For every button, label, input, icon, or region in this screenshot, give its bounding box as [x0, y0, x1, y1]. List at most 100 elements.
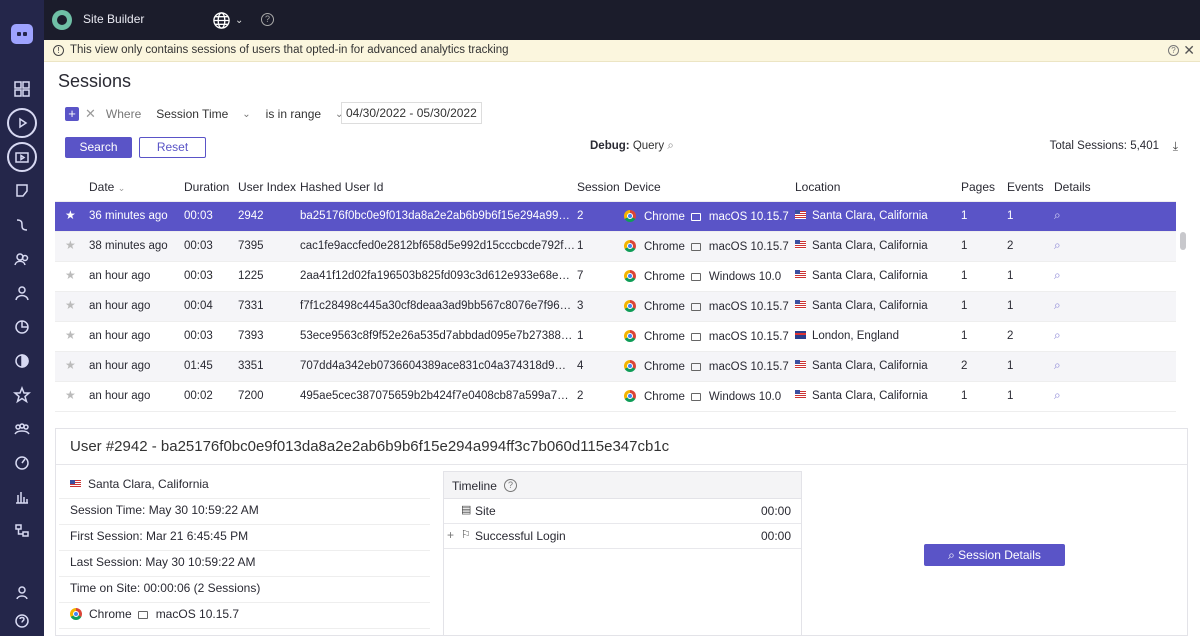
debug-query-link[interactable]: Query	[633, 140, 664, 152]
cell-browser: Chrome	[644, 361, 685, 373]
star-icon[interactable]: ★	[65, 268, 76, 282]
close-icon[interactable]: ✕	[1183, 42, 1195, 59]
chrome-icon	[70, 608, 82, 620]
info-last-session: Last Session: May 30 10:59:22 AM	[59, 551, 430, 577]
app-logo-icon[interactable]	[11, 24, 33, 44]
cell-location-text: Santa Clara, California	[812, 210, 928, 222]
magnifier-icon[interactable]: ⌕	[1054, 208, 1061, 223]
monitor-icon	[690, 213, 701, 221]
cell-duration: 00:03	[184, 330, 213, 342]
users-icon[interactable]	[7, 244, 37, 274]
table-row[interactable]: ★ 38 minutes ago 00:03 7395 cac1fe9accfed0e2…	[55, 232, 1176, 262]
cell-hashed-user-id: ba25176f0bc0e9f013da8a2e2ab6b9b6f15e294a…	[300, 210, 570, 222]
magnifier-icon[interactable]: ⌕	[1054, 358, 1061, 373]
monitor-icon	[690, 393, 701, 401]
magnifier-icon[interactable]: ⌕	[1054, 268, 1061, 283]
timeline-item[interactable]: + ⚐ Successful Login 00:00	[444, 524, 801, 549]
flows-icon[interactable]	[7, 516, 37, 546]
monitor-icon	[690, 303, 701, 311]
magnifier-icon[interactable]: ⌕	[1054, 328, 1061, 343]
timeline-item[interactable]: ▤ Site 00:00	[444, 499, 801, 524]
pathing-icon[interactable]	[7, 210, 37, 240]
star-icon[interactable]: ★	[65, 298, 76, 312]
reset-button[interactable]: Reset	[139, 137, 206, 158]
date-range-input[interactable]: 04/30/2022 - 05/30/2022	[341, 102, 482, 124]
table-row[interactable]: ★ an hour ago 00:04 7331 f7f1c28498c445a30cf…	[55, 292, 1176, 322]
cell-date: an hour ago	[89, 390, 151, 402]
star-icon[interactable]	[7, 380, 37, 410]
col-device[interactable]: Device	[624, 180, 661, 194]
cell-events: 1	[1007, 210, 1014, 222]
help-icon[interactable]	[7, 606, 37, 636]
magnifier-icon[interactable]: ⌕	[1054, 388, 1061, 403]
info-location: Santa Clara, California	[59, 473, 430, 499]
star-icon[interactable]: ★	[65, 208, 76, 222]
chrome-icon	[624, 360, 636, 372]
language-selector[interactable]: ⌄	[212, 10, 250, 30]
table-scrollbar[interactable]	[1180, 232, 1186, 250]
star-icon[interactable]: ★	[65, 328, 76, 342]
help-circle-icon[interactable]: ?	[261, 13, 274, 26]
table-row[interactable]: ★ an hour ago 01:45 3351 707dd4a342eb0736604…	[55, 352, 1176, 382]
col-date[interactable]: Date ⌄	[89, 180, 125, 194]
add-filter-button[interactable]: +	[65, 107, 79, 121]
table-row[interactable]: ★ an hour ago 00:02 7200 495ae5cec387075659b…	[55, 382, 1176, 412]
star-icon[interactable]: ★	[65, 388, 76, 402]
expand-plus-icon[interactable]: +	[447, 528, 454, 542]
gauge-icon[interactable]	[7, 448, 37, 478]
user-info-list: Santa Clara, California Session Time: Ma…	[59, 473, 430, 629]
download-icon[interactable]: ⤓	[1173, 139, 1178, 154]
cell-pages: 1	[961, 330, 968, 342]
cell-hashed-user-id: 2aa41f12d02fa196503b825fd093c3d612e933e6…	[300, 270, 570, 282]
dashboard-icon[interactable]	[7, 74, 37, 104]
flag-icon: ⚐	[461, 529, 471, 541]
table-row[interactable]: ★ an hour ago 00:03 7393 53ece9563c8f9f52e26…	[55, 322, 1176, 352]
table-row[interactable]: ★ 36 minutes ago 00:03 2942 ba25176f0bc0e9f0…	[55, 202, 1176, 232]
cohorts-icon[interactable]	[7, 414, 37, 444]
filter-field-select[interactable]: Session Time ⌄	[156, 107, 250, 121]
bar-chart-icon[interactable]	[7, 482, 37, 512]
top-bar: Site Builder ⌄ ?	[44, 0, 1200, 40]
session-details-button[interactable]: ⌕ Session Details	[924, 544, 1065, 566]
pie-chart-icon[interactable]	[7, 312, 37, 342]
cell-duration: 00:03	[184, 210, 213, 222]
cell-events: 1	[1007, 360, 1014, 372]
brand-logo-icon	[52, 10, 72, 30]
funnel-icon[interactable]	[7, 176, 37, 206]
col-user-index[interactable]: User Index	[238, 180, 296, 194]
info-device: Chrome macOS 10.15.7	[59, 603, 430, 629]
retention-icon[interactable]	[7, 346, 37, 376]
cell-session: 7	[577, 270, 584, 282]
banner-help-icon[interactable]: ?	[1168, 45, 1179, 56]
star-icon[interactable]: ★	[65, 238, 76, 252]
help-circle-icon[interactable]: ?	[504, 479, 517, 492]
filter-field-value: Session Time	[156, 107, 229, 121]
cell-date: 36 minutes ago	[89, 210, 168, 222]
table-row[interactable]: ★ an hour ago 00:03 1225 2aa41f12d02fa196503…	[55, 262, 1176, 292]
debug-query[interactable]: Debug: Query ⌕	[590, 140, 674, 153]
remove-filter-icon[interactable]: ✕	[85, 106, 96, 122]
sessions-icon[interactable]	[7, 142, 37, 172]
magnifier-icon[interactable]: ⌕	[1054, 238, 1061, 253]
cell-location-text: Santa Clara, California	[812, 300, 928, 312]
cell-location: Santa Clara, California	[795, 270, 928, 282]
filter-operator-select[interactable]: is in range ⌄	[266, 107, 344, 121]
play-icon[interactable]	[7, 108, 37, 138]
debug-label: Debug:	[590, 140, 630, 152]
monitor-icon	[690, 243, 701, 251]
col-session[interactable]: Session	[577, 180, 620, 194]
col-hashed-user-id[interactable]: Hashed User Id	[300, 180, 383, 194]
star-icon[interactable]: ★	[65, 358, 76, 372]
cell-pages: 1	[961, 240, 968, 252]
col-duration[interactable]: Duration	[184, 180, 229, 194]
magnifier-icon[interactable]: ⌕	[1054, 298, 1061, 313]
account-icon[interactable]	[7, 578, 37, 608]
info-icon: !	[53, 45, 64, 56]
search-button[interactable]: Search	[65, 137, 132, 158]
col-location[interactable]: Location	[795, 180, 840, 194]
user-icon[interactable]	[7, 278, 37, 308]
col-events[interactable]: Events	[1007, 180, 1044, 194]
cell-location: Santa Clara, California	[795, 360, 928, 372]
col-pages[interactable]: Pages	[961, 180, 995, 194]
cell-pages: 2	[961, 360, 968, 372]
